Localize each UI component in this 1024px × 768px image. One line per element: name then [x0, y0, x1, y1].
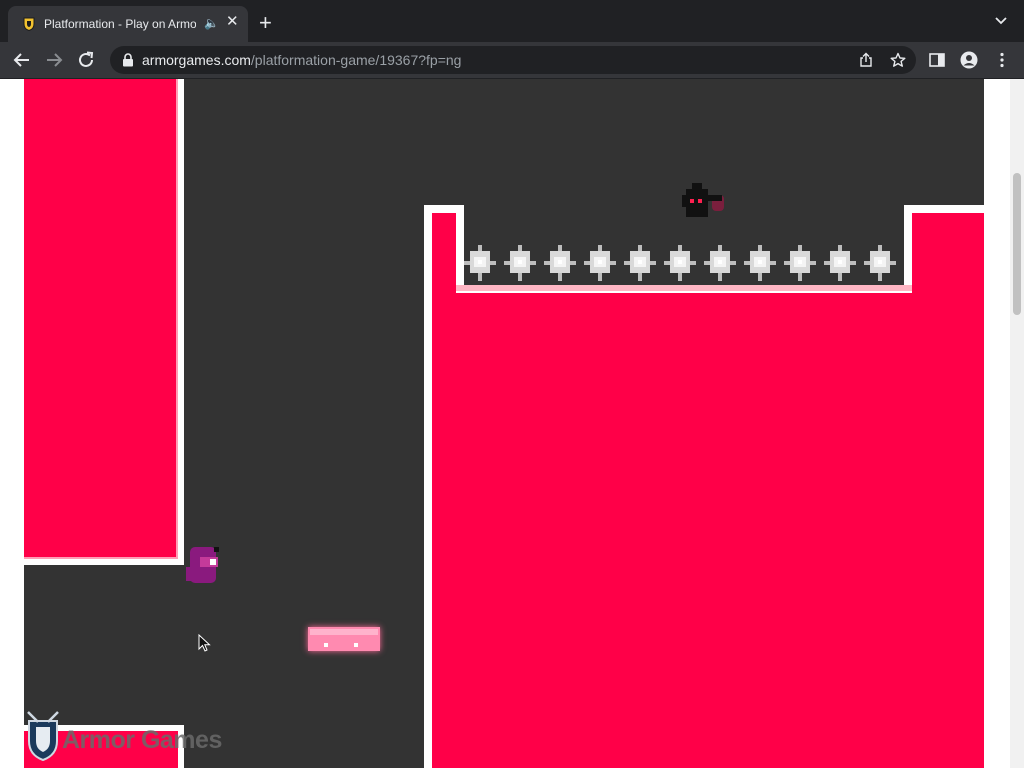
- pit-floor-highlight: [456, 285, 912, 291]
- address-bar[interactable]: armorgames.com/platformation-game/19367?…: [110, 46, 916, 74]
- spike: [464, 245, 496, 281]
- reload-icon[interactable]: [76, 50, 96, 70]
- shield-logo-icon: [27, 711, 59, 761]
- armor-games-watermark: Armor Games: [62, 726, 222, 754]
- browser-tab[interactable]: Platformation - Play on Armor Games 🔈 ✕: [8, 6, 248, 42]
- speaker-icon[interactable]: 🔈: [204, 16, 219, 30]
- spike: [624, 245, 656, 281]
- url-text: armorgames.com/platformation-game/19367?…: [142, 52, 461, 68]
- spike: [544, 245, 576, 281]
- platform-dot: [354, 643, 358, 647]
- player-character: [186, 547, 219, 583]
- chevron-down-icon[interactable]: [994, 14, 1008, 28]
- tab-title: Platformation - Play on Armor Games: [44, 17, 196, 31]
- spike: [584, 245, 616, 281]
- scrollbar-thumb[interactable]: [1013, 173, 1021, 315]
- platform-top-highlight: [310, 629, 378, 635]
- close-icon[interactable]: ✕: [226, 14, 239, 30]
- platform-dot: [324, 643, 328, 647]
- web-page: Armor Games: [0, 79, 1024, 768]
- spike-row: [464, 245, 896, 281]
- enemy-character: [682, 183, 724, 217]
- spike: [504, 245, 536, 281]
- left-wall-upper: [24, 79, 178, 559]
- spike: [784, 245, 816, 281]
- browser-toolbar: armorgames.com/platformation-game/19367?…: [0, 42, 1024, 79]
- spike: [824, 245, 856, 281]
- tab-strip: Platformation - Play on Armor Games 🔈 ✕ …: [0, 0, 1024, 42]
- game-canvas[interactable]: Armor Games: [24, 79, 984, 768]
- spike: [864, 245, 896, 281]
- plus-icon[interactable]: +: [259, 12, 272, 34]
- forward-arrow-icon[interactable]: [44, 50, 64, 70]
- right-wall-body: [432, 293, 984, 768]
- spike: [664, 245, 696, 281]
- back-arrow-icon[interactable]: [12, 50, 32, 70]
- url-host: armorgames.com: [142, 52, 251, 68]
- armor-games-favicon: [23, 17, 35, 31]
- star-icon[interactable]: [890, 52, 906, 68]
- spike: [704, 245, 736, 281]
- menu-dots-icon[interactable]: [993, 51, 1011, 69]
- side-panel-icon[interactable]: [928, 51, 946, 69]
- mouse-cursor-icon: [198, 634, 211, 652]
- share-icon[interactable]: [858, 52, 874, 68]
- profile-icon[interactable]: [960, 51, 978, 69]
- spike: [744, 245, 776, 281]
- lock-icon[interactable]: [122, 53, 134, 67]
- url-path: /platformation-game/19367?fp=ng: [250, 52, 462, 68]
- moving-platform: [308, 627, 380, 651]
